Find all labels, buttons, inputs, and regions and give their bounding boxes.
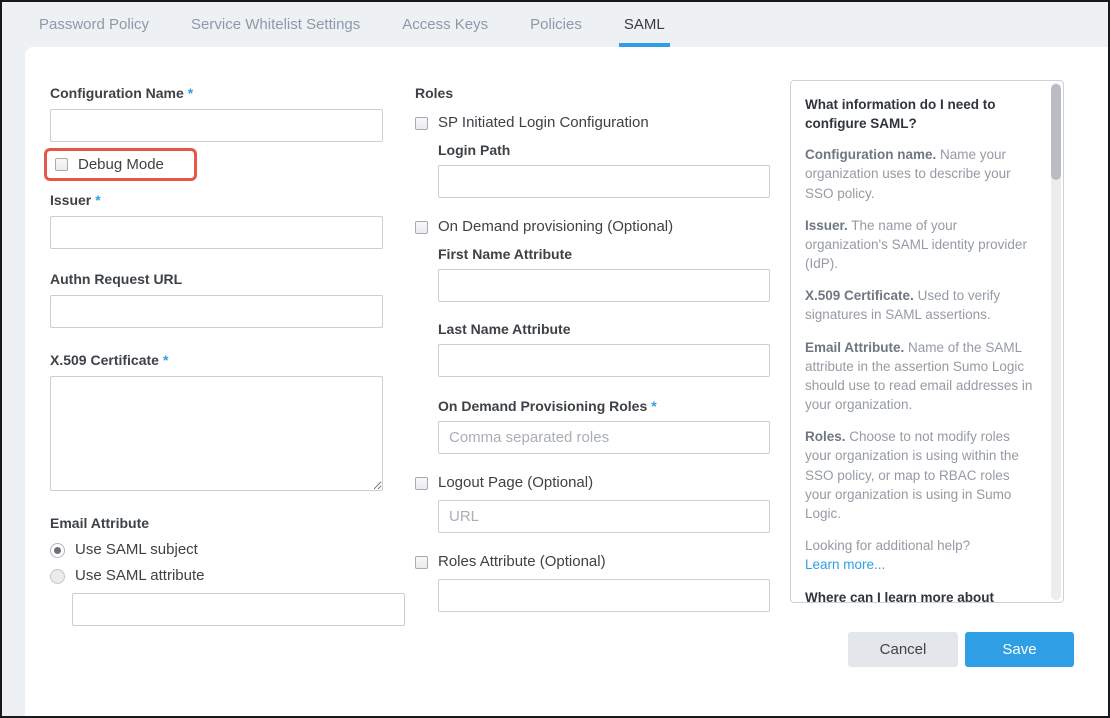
use-saml-subject-option[interactable]: Use SAML subject — [50, 541, 383, 559]
roles-heading: Roles — [415, 85, 747, 102]
issuer-input[interactable] — [50, 216, 383, 249]
tab-service-whitelist-settings[interactable]: Service Whitelist Settings — [170, 2, 381, 47]
logout-page-input[interactable] — [438, 500, 770, 533]
debug-mode-annotation-wrap: Debug Mode — [50, 148, 383, 181]
on-demand-provisioning-label: On Demand provisioning (Optional) — [438, 218, 673, 236]
tab-saml[interactable]: SAML — [603, 2, 686, 47]
middle-column: Roles SP Initiated Login Configuration L… — [415, 47, 747, 612]
help-paragraph-email-attribute: Email Attribute. Name of the SAML attrib… — [805, 338, 1037, 415]
roles-attribute-label: Roles Attribute (Optional) — [438, 553, 606, 571]
roles-attribute-option[interactable]: Roles Attribute (Optional) — [415, 553, 747, 571]
authn-request-url-input[interactable] — [50, 295, 383, 328]
help-panel-content: What information do I need to configure … — [805, 91, 1037, 603]
required-asterisk: * — [95, 192, 100, 208]
help-paragraph-roles: Roles. Choose to not modify roles your o… — [805, 427, 1037, 523]
configuration-name-label-text: Configuration Name — [50, 85, 184, 101]
tab-password-policy[interactable]: Password Policy — [18, 2, 170, 47]
help-lead-issuer: Issuer. — [805, 218, 848, 233]
x509-certificate-textarea[interactable] — [50, 376, 383, 491]
use-saml-subject-radio[interactable] — [50, 543, 65, 558]
required-asterisk: * — [163, 352, 168, 368]
use-saml-attribute-radio[interactable] — [50, 569, 65, 584]
help-panel-scrollbar-track[interactable] — [1051, 83, 1061, 600]
use-saml-subject-label: Use SAML subject — [75, 541, 198, 559]
first-name-attribute-input[interactable] — [438, 269, 770, 302]
help-paragraph-configuration-name: Configuration name. Name your organizati… — [805, 145, 1037, 202]
settings-tabbar: Password Policy Service Whitelist Settin… — [2, 2, 1108, 47]
last-name-attribute-input[interactable] — [438, 344, 770, 377]
first-name-attribute-label: First Name Attribute — [438, 246, 752, 263]
debug-mode-highlight-box: Debug Mode — [44, 148, 197, 181]
sp-initiated-login-label: SP Initiated Login Configuration — [438, 114, 649, 132]
logout-page-label: Logout Page (Optional) — [438, 474, 593, 492]
email-attribute-label: Email Attribute — [50, 515, 383, 532]
last-name-attribute-label: Last Name Attribute — [438, 321, 752, 338]
help-lead-x509: X.509 Certificate. — [805, 288, 914, 303]
saml-config-card: Configuration Name* Debug Mode Issuer* A… — [25, 47, 1108, 716]
x509-certificate-label-text: X.509 Certificate — [50, 352, 159, 368]
help-question-2: Where can I learn more about optional SA… — [805, 588, 1037, 603]
roles-attribute-input[interactable] — [438, 579, 770, 612]
saml-settings-page: { "tabs": { "items": [ { "label": "Passw… — [0, 0, 1110, 718]
required-asterisk: * — [651, 398, 656, 414]
help-additional-help-line: Looking for additional help? — [805, 536, 1037, 555]
required-asterisk: * — [188, 85, 193, 101]
configuration-name-label: Configuration Name* — [50, 85, 383, 102]
sp-initiated-login-option[interactable]: SP Initiated Login Configuration — [415, 114, 747, 132]
on-demand-provisioning-checkbox[interactable] — [415, 221, 428, 234]
saml-attribute-input[interactable] — [72, 593, 405, 626]
logout-page-checkbox[interactable] — [415, 477, 428, 490]
cancel-button[interactable]: Cancel — [848, 632, 958, 667]
login-path-input[interactable] — [438, 165, 770, 198]
authn-request-url-label: Authn Request URL — [50, 271, 383, 288]
help-paragraph-issuer: Issuer. The name of your organization's … — [805, 216, 1037, 273]
use-saml-attribute-option[interactable]: Use SAML attribute — [50, 567, 383, 585]
on-demand-provisioning-option[interactable]: On Demand provisioning (Optional) — [415, 218, 747, 236]
help-paragraph-x509: X.509 Certificate. Used to verify signat… — [805, 286, 1037, 324]
roles-attribute-checkbox[interactable] — [415, 556, 428, 569]
help-lead-email-attribute: Email Attribute. — [805, 340, 904, 355]
tab-access-keys[interactable]: Access Keys — [381, 2, 509, 47]
help-panel: What information do I need to configure … — [790, 80, 1064, 603]
configuration-name-input[interactable] — [50, 109, 383, 142]
login-path-label: Login Path — [438, 142, 752, 159]
on-demand-provisioning-roles-input[interactable] — [438, 421, 770, 454]
sp-initiated-login-checkbox[interactable] — [415, 117, 428, 130]
on-demand-provisioning-roles-label: On Demand Provisioning Roles* — [438, 398, 752, 415]
issuer-label: Issuer* — [50, 192, 383, 209]
help-question-1: What information do I need to configure … — [805, 95, 1037, 133]
help-panel-scrollbar-thumb[interactable] — [1051, 84, 1061, 180]
debug-mode-checkbox[interactable] — [55, 158, 68, 171]
help-lead-configuration-name: Configuration name. — [805, 147, 936, 162]
learn-more-link[interactable]: Learn more... — [805, 555, 885, 574]
logout-page-option[interactable]: Logout Page (Optional) — [415, 474, 747, 492]
left-column: Configuration Name* Debug Mode Issuer* A… — [50, 47, 383, 626]
issuer-label-text: Issuer — [50, 192, 91, 208]
debug-mode-label: Debug Mode — [78, 156, 164, 173]
save-button[interactable]: Save — [965, 632, 1074, 667]
tab-policies[interactable]: Policies — [509, 2, 603, 47]
help-lead-roles: Roles. — [805, 429, 846, 444]
x509-certificate-label: X.509 Certificate* — [50, 352, 383, 369]
footer-buttons: Cancel Save — [848, 632, 1074, 667]
use-saml-attribute-label: Use SAML attribute — [75, 567, 205, 585]
on-demand-provisioning-roles-label-text: On Demand Provisioning Roles — [438, 398, 647, 414]
